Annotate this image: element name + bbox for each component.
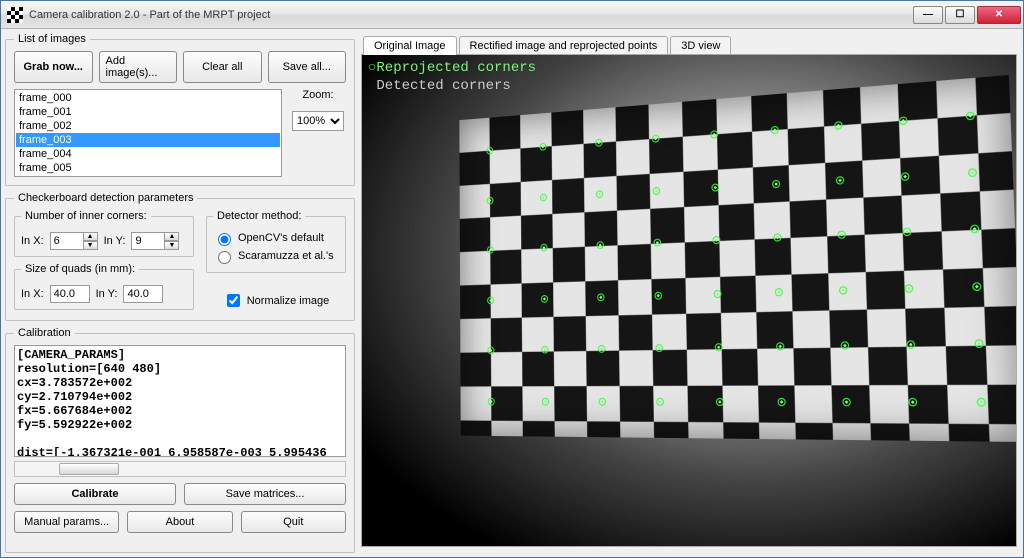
app-icon bbox=[7, 7, 23, 23]
calibration-legend: Calibration bbox=[14, 327, 75, 339]
checkerboard-image bbox=[459, 75, 1017, 442]
maximize-button[interactable]: ☐ bbox=[945, 6, 975, 24]
list-of-images-legend: List of images bbox=[14, 33, 90, 45]
list-item[interactable]: frame_001 bbox=[16, 105, 280, 119]
quit-button[interactable]: Quit bbox=[241, 511, 346, 533]
about-button[interactable]: About bbox=[127, 511, 232, 533]
clear-all-button[interactable]: Clear all bbox=[183, 51, 262, 83]
detector-method-group: Detector method: OpenCV's default Scaram… bbox=[206, 210, 346, 273]
in-x-label: In X: bbox=[21, 235, 44, 247]
calibration-output[interactable]: [CAMERA_PARAMS] resolution=[640 480] cx=… bbox=[14, 345, 346, 457]
normalize-image-checkbox[interactable] bbox=[227, 294, 240, 307]
checkerboard-legend: Checkerboard detection parameters bbox=[14, 192, 197, 204]
save-matrices-button[interactable]: Save matrices... bbox=[184, 483, 346, 505]
left-panel: List of images Grab now... Add image(s).… bbox=[5, 33, 355, 553]
list-item[interactable]: frame_006 bbox=[16, 175, 280, 177]
list-item[interactable]: frame_002 bbox=[16, 119, 280, 133]
corners-y-input[interactable] bbox=[131, 232, 165, 250]
titlebar[interactable]: Camera calibration 2.0 - Part of the MRP… bbox=[1, 1, 1023, 29]
calibrate-button[interactable]: Calibrate bbox=[14, 483, 176, 505]
corners-x-spinner[interactable]: ▲▼ bbox=[83, 232, 98, 250]
inner-corners-legend: Number of inner corners: bbox=[21, 210, 151, 222]
manual-params-button[interactable]: Manual params... bbox=[14, 511, 119, 533]
overlay-legend: ○Reprojected corners Detected corners bbox=[368, 59, 536, 95]
quad-size-y-input[interactable] bbox=[123, 285, 163, 303]
tab-original-image[interactable]: Original Image bbox=[363, 36, 457, 55]
add-images-button[interactable]: Add image(s)... bbox=[99, 51, 178, 83]
detector-opencv-label: OpenCV's default bbox=[238, 232, 324, 244]
normalize-image-label: Normalize image bbox=[247, 295, 330, 307]
detector-method-legend: Detector method: bbox=[213, 210, 305, 222]
tab-3d-view[interactable]: 3D view bbox=[670, 36, 731, 55]
app-window: Camera calibration 2.0 - Part of the MRP… bbox=[0, 0, 1024, 558]
overlay-reprojected-label: Reprojected corners bbox=[376, 60, 536, 76]
list-item[interactable]: frame_003 bbox=[16, 133, 280, 147]
tab-rectified-image[interactable]: Rectified image and reprojected points bbox=[459, 36, 669, 55]
in-y-label: In Y: bbox=[104, 235, 126, 247]
calibration-group: Calibration [CAMERA_PARAMS] resolution=[… bbox=[5, 327, 355, 553]
detector-scaramuzza-label: Scaramuzza et al.'s bbox=[238, 250, 334, 262]
detector-opencv-radio[interactable] bbox=[218, 233, 231, 246]
frame-listbox[interactable]: frame_000frame_001frame_002frame_003fram… bbox=[14, 89, 282, 177]
inner-corners-group: Number of inner corners: In X: ▲▼ In Y: bbox=[14, 210, 194, 257]
image-tabs: Original Image Rectified image and repro… bbox=[361, 35, 1017, 54]
quad-size-legend: Size of quads (in mm): bbox=[21, 263, 139, 275]
list-item[interactable]: frame_000 bbox=[16, 91, 280, 105]
size-y-label: In Y: bbox=[96, 288, 118, 300]
zoom-select[interactable]: 100% bbox=[292, 111, 344, 131]
list-item[interactable]: frame_004 bbox=[16, 147, 280, 161]
close-button[interactable]: ✕ bbox=[977, 6, 1021, 24]
quad-size-group: Size of quads (in mm): In X: In Y: bbox=[14, 263, 194, 310]
checkerboard-group: Checkerboard detection parameters Number… bbox=[5, 192, 355, 321]
client-area: List of images Grab now... Add image(s).… bbox=[1, 29, 1023, 557]
right-panel: Original Image Rectified image and repro… bbox=[359, 33, 1019, 553]
window-title: Camera calibration 2.0 - Part of the MRP… bbox=[29, 9, 270, 21]
detector-scaramuzza-radio[interactable] bbox=[218, 251, 231, 264]
overlay-detected-label: Detected corners bbox=[376, 78, 510, 94]
size-x-label: In X: bbox=[21, 288, 44, 300]
save-all-button[interactable]: Save all... bbox=[268, 51, 347, 83]
corners-y-spinner[interactable]: ▲▼ bbox=[164, 232, 179, 250]
zoom-label: Zoom: bbox=[290, 89, 346, 101]
list-item[interactable]: frame_005 bbox=[16, 161, 280, 175]
list-of-images-group: List of images Grab now... Add image(s).… bbox=[5, 33, 355, 186]
grab-now-button[interactable]: Grab now... bbox=[14, 51, 93, 83]
minimize-button[interactable]: — bbox=[913, 6, 943, 24]
corners-x-input[interactable] bbox=[50, 232, 84, 250]
calibration-hscrollbar[interactable] bbox=[14, 461, 346, 477]
window-controls: — ☐ ✕ bbox=[913, 6, 1021, 24]
image-display[interactable]: ○Reprojected corners Detected corners bbox=[361, 54, 1017, 547]
quad-size-x-input[interactable] bbox=[50, 285, 90, 303]
